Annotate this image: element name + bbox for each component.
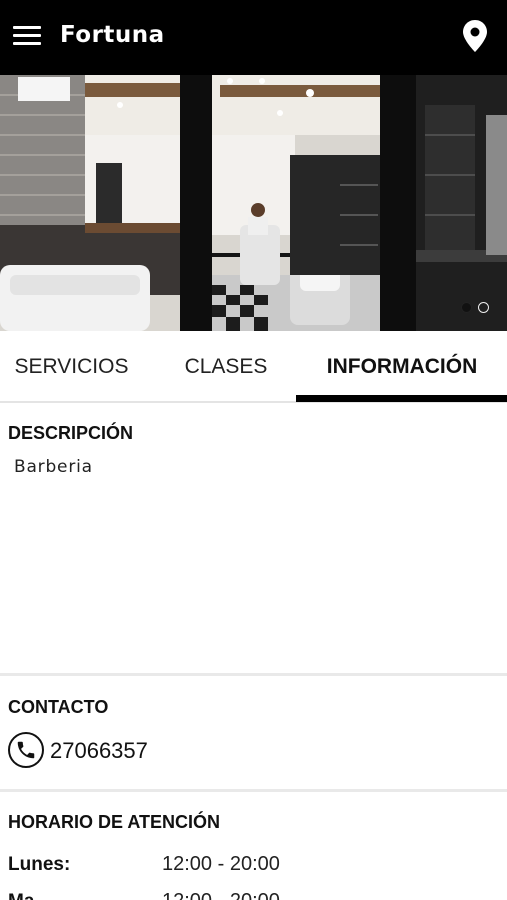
carousel-indicator [461, 302, 489, 313]
tab-informacion[interactable]: INFORMACIÓN [297, 331, 507, 403]
contact-title: CONTACTO [8, 697, 109, 717]
hours-day: Lunes: [8, 854, 71, 875]
carousel-dot[interactable] [478, 302, 489, 313]
hours-time: 12:00 - 20:00 [162, 890, 280, 900]
carousel-dot-active[interactable] [461, 302, 472, 313]
tab-bar: SERVICIOS CLASES INFORMACIÓN [0, 331, 507, 403]
hero-image-carousel[interactable] [0, 75, 507, 331]
phone-icon[interactable] [8, 732, 44, 768]
tab-selected-indicator [296, 395, 507, 402]
contact-phone-number[interactable]: 27066357 [50, 738, 148, 764]
opening-hours-title: HORARIO DE ATENCIÓN [8, 812, 221, 832]
description-title: DESCRIPCIÓN [8, 423, 134, 443]
app-bar: Fortuna [0, 0, 507, 75]
description-text: Barberia [14, 457, 93, 477]
map-pin-icon[interactable] [462, 19, 488, 53]
tab-clases[interactable]: CLASES [155, 331, 297, 403]
section-divider [0, 789, 507, 792]
menu-icon[interactable] [13, 25, 41, 47]
app-title: Fortuna [60, 22, 165, 48]
section-divider [0, 673, 507, 676]
barbershop-photo [0, 75, 507, 331]
hours-time: 12:00 - 20:00 [162, 853, 280, 875]
tab-servicios[interactable]: SERVICIOS [0, 331, 143, 403]
hours-day: Ma [8, 891, 34, 900]
